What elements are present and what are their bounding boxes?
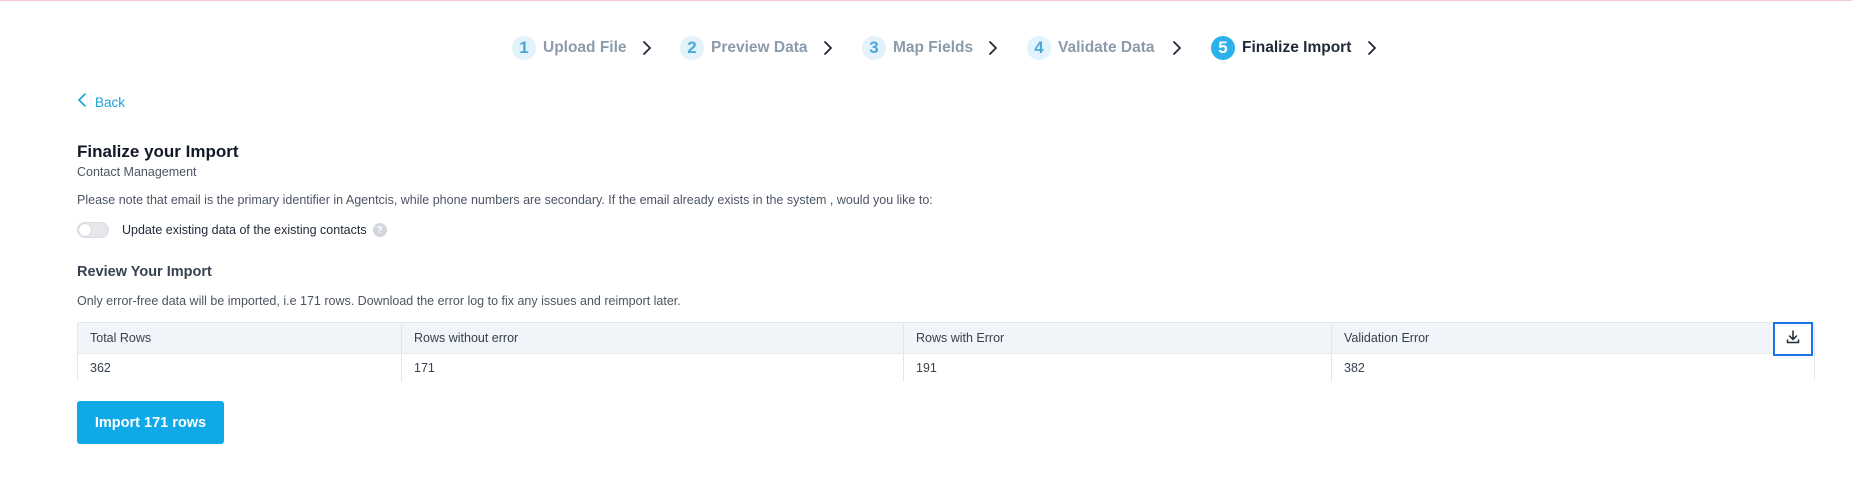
toggle-knob [79, 224, 91, 236]
step-label: Validate Data [1058, 39, 1155, 56]
step-number: 2 [680, 36, 704, 60]
identifier-note: Please note that email is the primary id… [77, 193, 933, 207]
step-label: Upload File [543, 39, 627, 56]
cell-total-rows: 362 [90, 361, 111, 375]
chevron-right-icon [984, 39, 1002, 57]
cell-rows-without-error: 171 [401, 354, 903, 382]
top-accent-line [0, 0, 1852, 1]
table-header-row: Total Rows Rows without error Rows with … [78, 323, 1814, 353]
table-row: 362 171 191 382 [78, 353, 1814, 382]
review-note: Only error-free data will be imported, i… [77, 294, 681, 308]
step-finalize-import[interactable]: 5 Finalize Import [1211, 34, 1351, 62]
step-label: Preview Data [711, 39, 808, 56]
header-validation-error: Validation Error [1331, 323, 1773, 353]
chevron-right-icon [1363, 39, 1381, 57]
header-total-rows: Total Rows [90, 331, 152, 345]
step-number: 5 [1211, 36, 1235, 60]
update-existing-label: Update existing data of the existing con… [122, 223, 367, 237]
import-rows-button[interactable]: Import 171 rows [77, 401, 224, 444]
header-rows-with-error: Rows with Error [903, 323, 1331, 353]
cell-rows-with-error: 191 [903, 354, 1331, 382]
chevron-right-icon [638, 39, 656, 57]
back-link[interactable]: Back [77, 92, 125, 112]
cell-validation-error: 382 [1331, 354, 1814, 382]
download-error-log-button[interactable] [1773, 322, 1813, 356]
page-subtitle: Contact Management [77, 165, 197, 179]
step-label: Map Fields [893, 39, 974, 56]
chevron-right-icon [819, 39, 837, 57]
page-title: Finalize your Import [77, 142, 239, 161]
step-preview-data[interactable]: 2 Preview Data [680, 34, 808, 62]
step-validate-data[interactable]: 4 Validate Data [1027, 34, 1155, 62]
step-number: 4 [1027, 36, 1051, 60]
step-number: 3 [862, 36, 886, 60]
update-existing-row: Update existing data of the existing con… [77, 220, 387, 240]
chevron-left-icon [77, 92, 87, 113]
update-existing-toggle[interactable] [77, 222, 109, 238]
review-title: Review Your Import [77, 264, 212, 280]
question-icon[interactable]: ? [372, 223, 387, 237]
step-label: Finalize Import [1242, 39, 1352, 56]
step-upload-file[interactable]: 1 Upload File [512, 34, 627, 62]
chevron-right-icon [1168, 39, 1186, 57]
header-rows-without-error: Rows without error [401, 323, 903, 353]
step-map-fields[interactable]: 3 Map Fields [862, 34, 973, 62]
import-stepper: 1 Upload File 2 Preview Data 3 Map Field… [0, 34, 1852, 62]
download-icon [1785, 329, 1801, 350]
step-number: 1 [512, 36, 536, 60]
import-summary-table: Total Rows Rows without error Rows with … [77, 322, 1815, 382]
back-label: Back [95, 94, 126, 110]
